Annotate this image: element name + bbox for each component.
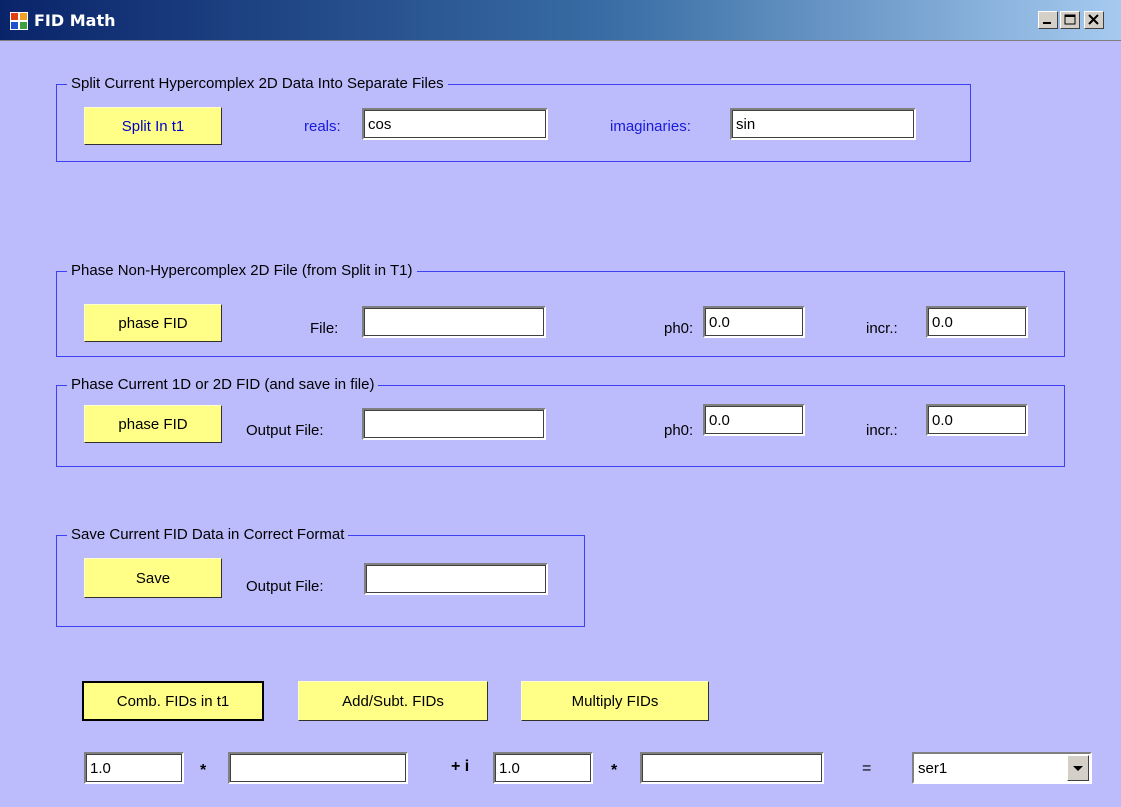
- result-dropdown-button[interactable]: [1067, 755, 1089, 781]
- phase-current-ph0-input[interactable]: [703, 404, 805, 436]
- result-select[interactable]: ser1: [912, 752, 1092, 784]
- maximize-button[interactable]: [1060, 11, 1080, 29]
- save-group-title: Save Current FID Data in Correct Format: [67, 526, 349, 544]
- coefficient-real-input[interactable]: [84, 752, 184, 784]
- ph0-label: ph0:: [664, 422, 694, 439]
- phase-current-output-input[interactable]: [362, 408, 546, 440]
- phase-fid-current-button[interactable]: phase FID: [84, 405, 222, 443]
- operand-imag-input[interactable]: [640, 752, 824, 784]
- multiply-fids-button[interactable]: Multiply FIDs: [521, 681, 709, 721]
- minimize-button[interactable]: [1038, 11, 1058, 29]
- add-subt-fids-button[interactable]: Add/Subt. FIDs: [298, 681, 488, 721]
- phase-current-incr-input[interactable]: [926, 404, 1028, 436]
- reals-input[interactable]: [362, 108, 548, 140]
- chevron-down-icon: [1073, 766, 1083, 771]
- comb-fids-button[interactable]: Comb. FIDs in t1: [82, 681, 264, 721]
- incr-label: incr.:: [866, 320, 898, 337]
- result-select-value: ser1: [918, 760, 948, 777]
- multiply-operator: *: [200, 762, 207, 779]
- app-icon: [10, 12, 28, 30]
- output-file-label: Output File:: [246, 422, 324, 439]
- minimize-icon: [1043, 22, 1051, 24]
- split-group-title: Split Current Hypercomplex 2D Data Into …: [67, 75, 448, 93]
- split-in-t1-button[interactable]: Split In t1: [84, 107, 222, 145]
- phase-current-title: Phase Current 1D or 2D FID (and save in …: [67, 376, 379, 394]
- incr-label: incr.:: [866, 422, 898, 439]
- save-output-input[interactable]: [364, 563, 548, 595]
- phase-fid-file-button[interactable]: phase FID: [84, 304, 222, 342]
- phase-file-input[interactable]: [362, 306, 546, 338]
- plus-i-operator: + i: [451, 758, 470, 775]
- phase-incr-input[interactable]: [926, 306, 1028, 338]
- close-icon: [1088, 14, 1099, 25]
- phase-ph0-input[interactable]: [703, 306, 805, 338]
- reals-label: reals:: [304, 118, 341, 135]
- multiply-operator: *: [611, 762, 618, 779]
- title-bar: FID Math: [0, 0, 1121, 41]
- maximize-icon: [1064, 14, 1076, 25]
- imaginaries-input[interactable]: [730, 108, 916, 140]
- close-button[interactable]: [1084, 11, 1104, 29]
- output-file-label: Output File:: [246, 578, 324, 595]
- save-button[interactable]: Save: [84, 558, 222, 598]
- window-title: FID Math: [34, 11, 116, 30]
- ph0-label: ph0:: [664, 320, 694, 337]
- file-label: File:: [310, 320, 339, 337]
- operand-real-input[interactable]: [228, 752, 408, 784]
- imaginaries-label: imaginaries:: [610, 118, 691, 135]
- phase-non-hypercomplex-title: Phase Non-Hypercomplex 2D File (from Spl…: [67, 262, 417, 280]
- coefficient-imag-input[interactable]: [493, 752, 593, 784]
- equals-operator: =: [862, 760, 872, 777]
